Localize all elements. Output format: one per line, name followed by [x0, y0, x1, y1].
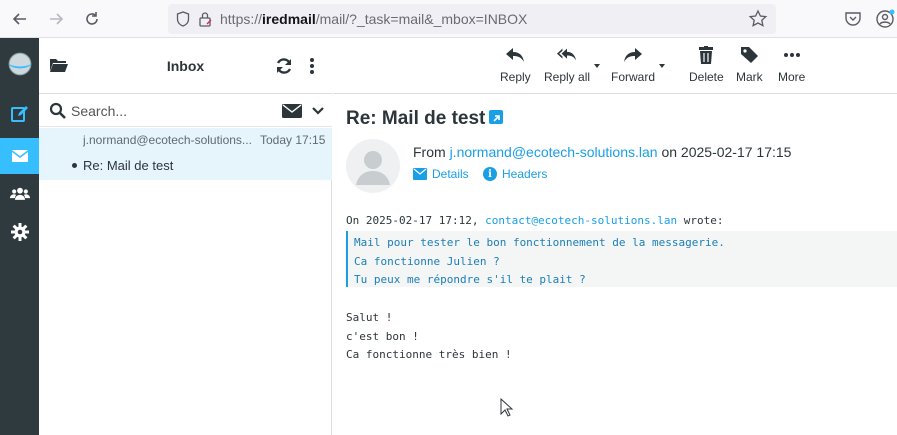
quoted-line: Tu peux me répondre s'il te plait ?: [354, 273, 586, 286]
reload-icon[interactable]: [80, 7, 104, 31]
mouse-cursor-icon: [500, 398, 514, 417]
quoted-line: Ca fonctionne Julien ?: [354, 254, 500, 268]
reply-all-label: Reply all: [544, 70, 591, 84]
message-date: Today 17:15: [260, 133, 326, 147]
envelope-filter-icon[interactable]: [282, 104, 302, 118]
roundcube-logo-icon[interactable]: [0, 46, 39, 82]
body-line: Ca fonctionne très bien !: [346, 348, 512, 361]
search-input[interactable]: [71, 100, 271, 122]
quoted-text-block: Mail pour tester le bon fonctionnement d…: [346, 231, 897, 287]
headers-link[interactable]: i Headers: [483, 167, 547, 181]
sender-avatar: [346, 139, 400, 193]
sender-address-link[interactable]: j.normand@ecotech-solutions.lan: [450, 144, 658, 160]
forward-arrow-icon[interactable]: [44, 7, 68, 31]
reply-all-button[interactable]: Reply all: [544, 46, 590, 84]
forward-button[interactable]: Forward: [611, 46, 655, 84]
thread-dot-icon: [72, 163, 77, 168]
mark-button[interactable]: Mark: [736, 46, 763, 84]
address-bar[interactable]: https://iredmail/mail/?_task=mail&_mbox=…: [168, 4, 776, 34]
info-icon: i: [483, 167, 497, 181]
details-label: Details: [432, 167, 469, 181]
from-line: From j.normand@ecotech-solutions.lan on …: [413, 144, 791, 160]
more-vertical-icon[interactable]: [307, 56, 317, 76]
search-icon[interactable]: [49, 102, 67, 120]
forward-label: Forward: [611, 70, 656, 84]
url-text: https://iredmail/mail/?_task=mail&_mbox=…: [220, 11, 528, 27]
forward-icon: [624, 48, 642, 62]
reply-label: Reply: [500, 70, 531, 84]
search-bar: [39, 95, 332, 127]
tag-icon: [741, 47, 759, 63]
subject-text: Re: Mail de test: [346, 108, 486, 129]
app-rail: [0, 38, 39, 435]
delete-button[interactable]: Delete: [689, 46, 724, 84]
account-icon[interactable]: [875, 9, 895, 29]
settings-gear-icon[interactable]: [0, 214, 39, 250]
body-line: c'est bon !: [346, 329, 419, 343]
message-toolbar: Reply Reply all Forward Delete Mark More: [333, 38, 897, 94]
message-datetime: 2025-02-17 17:15: [680, 144, 792, 160]
message-subject-heading: Re: Mail de test: [346, 108, 504, 130]
contacts-icon[interactable]: [0, 176, 39, 212]
reply-button[interactable]: Reply: [500, 46, 531, 84]
back-arrow-icon[interactable]: [8, 7, 32, 31]
details-link[interactable]: Details: [413, 167, 469, 181]
bookmark-star-icon[interactable]: [748, 9, 768, 29]
quote-intro-prefix: On 2025-02-17 17:12,: [346, 214, 479, 227]
shield-icon[interactable]: [176, 11, 190, 27]
message-list-item[interactable]: j.normand@ecotech-solutions... Today 17:…: [39, 128, 332, 180]
lock-icon[interactable]: [198, 11, 212, 27]
reply-all-dropdown-caret[interactable]: [594, 64, 600, 68]
body-line: Salut !: [346, 311, 393, 324]
reply-all-icon: [557, 48, 577, 61]
quote-intro: On 2025-02-17 17:12, contact@ecotech-sol…: [346, 214, 724, 227]
reply-icon: [506, 48, 525, 62]
message-list-header: Inbox: [39, 38, 332, 94]
mark-label: Mark: [736, 70, 763, 84]
quoted-line: Mail pour tester le bon fonctionnement d…: [354, 236, 725, 249]
forward-dropdown-caret[interactable]: [659, 64, 665, 68]
mail-icon[interactable]: [0, 138, 39, 174]
on-label: on: [661, 144, 678, 160]
pocket-icon[interactable]: [843, 9, 863, 29]
envelope-icon: [413, 168, 427, 180]
trash-icon: [699, 46, 714, 64]
more-horizontal-icon: [783, 53, 800, 57]
compose-icon[interactable]: [0, 96, 39, 132]
message-sender: j.normand@ecotech-solutions...: [83, 133, 252, 147]
more-label: More: [778, 70, 806, 84]
delete-label: Delete: [689, 70, 724, 84]
message-subject: Re: Mail de test: [83, 158, 174, 173]
message-view: Re: Mail de test From j.normand@ecotech-…: [333, 95, 897, 435]
from-label: From: [413, 144, 446, 160]
quoted-sender-link[interactable]: contact@ecotech-solutions.lan: [485, 214, 677, 227]
message-list: j.normand@ecotech-solutions... Today 17:…: [39, 128, 332, 435]
quote-intro-suffix: wrote:: [683, 214, 724, 227]
external-link-icon[interactable]: [489, 109, 504, 124]
browser-toolbar: https://iredmail/mail/?_task=mail&_mbox=…: [0, 0, 897, 38]
refresh-icon[interactable]: [274, 56, 294, 76]
message-body: Salut ! c'est bon ! Ca fonctionne très b…: [346, 309, 512, 365]
more-button[interactable]: More: [778, 46, 805, 84]
user-silhouette-icon: [356, 151, 390, 185]
chevron-down-icon[interactable]: [312, 105, 324, 117]
headers-label: Headers: [502, 167, 548, 181]
